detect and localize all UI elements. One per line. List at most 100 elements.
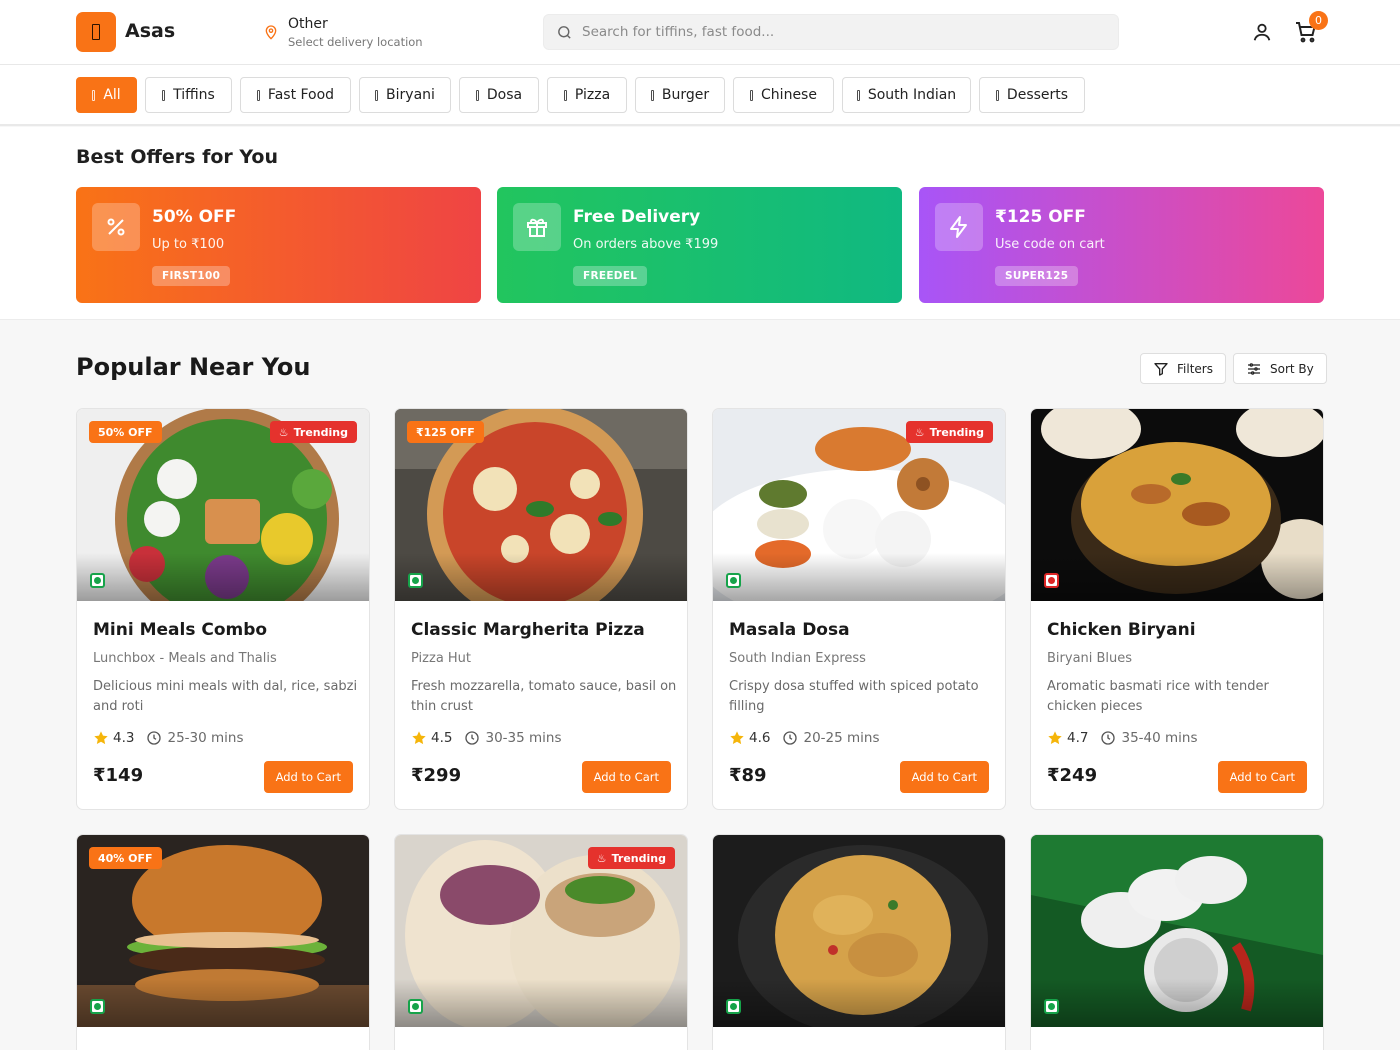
food-description: Delicious mini meals with dal, rice, sab… [93,679,358,714]
offer-title: 50% OFF [152,207,237,227]
image-shade [713,553,1005,601]
rating: 4.3 [113,730,135,746]
food-image[interactable]: 40% OFF [77,835,369,1027]
popular-title: Popular Near You [76,353,311,381]
offer-code[interactable]: SUPER125 [995,266,1079,286]
category-icon [750,89,754,101]
category-fast-food[interactable]: Fast Food [240,77,351,113]
clock-icon [1101,731,1116,745]
food-name[interactable]: Chicken Biryani [1047,620,1196,640]
food-image[interactable]: ♨ Trending [395,835,687,1027]
location-pin-icon[interactable] [263,24,279,40]
offer-card[interactable]: Free Delivery On orders above ₹199 FREED… [497,187,902,303]
food-image[interactable] [713,835,1005,1027]
category-pizza[interactable]: Pizza [547,77,627,113]
food-name[interactable]: Classic Margherita Pizza [411,620,645,640]
food-card[interactable] [1030,834,1324,1050]
veg-indicator-icon [726,573,741,588]
offer-card[interactable]: ₹125 OFF Use code on cart SUPER125 [919,187,1324,303]
food-description: Fresh mozzarella, tomato sauce, basil on… [411,679,677,714]
category-label: Pizza [574,87,611,103]
offer-subtitle: On orders above ₹199 [573,237,719,252]
veg-indicator-icon [726,999,741,1014]
delivery-time-group: 30-35 mins [464,730,562,746]
category-icon [475,89,479,101]
user-icon[interactable] [1251,21,1273,43]
restaurant-name[interactable]: Lunchbox - Meals and Thalis [93,651,277,666]
category-burger[interactable]: Burger [635,77,725,113]
food-image[interactable]: 50% OFF ♨ Trending [77,409,369,601]
add-to-cart-button[interactable]: Add to Cart [1217,761,1307,793]
trending-label: Trending [611,851,666,865]
image-shade [1031,553,1323,601]
star-icon [412,731,426,745]
food-card[interactable]: 40% OFF [76,834,370,1050]
offer-title: ₹125 OFF [995,207,1086,227]
location-title[interactable]: Other [288,16,328,32]
offers-title: Best Offers for You [76,146,278,168]
restaurant-name[interactable]: Pizza Hut [411,651,471,666]
delivery-time-group: 25-30 mins [146,730,244,746]
rating: 4.5 [431,730,453,746]
add-to-cart-button[interactable]: Add to Cart [581,761,671,793]
food-image[interactable]: ♨ Trending [713,409,1005,601]
food-description: Aromatic basmati rice with tender chicke… [1047,679,1269,714]
restaurant-name[interactable]: Biryani Blues [1047,651,1132,666]
brand-name[interactable]: Asas [125,20,175,42]
rating: 4.6 [749,730,771,746]
category-all[interactable]: All [76,77,137,113]
star-icon [730,731,744,745]
sort-button[interactable]: Sort By [1233,353,1327,384]
category-icon [995,89,999,101]
search-bar[interactable] [543,14,1119,50]
offer-code[interactable]: FREEDEL [573,266,648,286]
food-image[interactable]: ₹125 OFF [395,409,687,601]
category-icon [375,89,379,101]
category-label: Burger [661,87,710,103]
food-card[interactable]: ₹125 OFF Classic Margherita Pizza Pizza … [394,408,688,810]
category-dosa[interactable]: Dosa [459,77,539,113]
search-input[interactable] [582,15,1102,49]
food-name[interactable]: Mini Meals Combo [93,620,267,640]
category-label: Chinese [761,87,817,103]
category-bar: All Tiffins Fast Food Biryani Dosa Pizza… [0,65,1400,126]
logo-icon[interactable] [76,12,116,52]
category-south-indian[interactable]: South Indian [842,77,971,113]
category-desserts[interactable]: Desserts [979,77,1085,113]
food-image[interactable] [1031,409,1323,601]
food-name[interactable]: Masala Dosa [729,620,850,640]
nonveg-indicator-icon [1044,573,1059,588]
add-to-cart-button[interactable]: Add to Cart [899,761,989,793]
food-card[interactable]: ♨ Trending [394,834,688,1050]
star-icon [94,731,108,745]
offer-code[interactable]: FIRST100 [152,266,231,286]
cart-count-badge: 0 [1309,11,1328,30]
category-chinese[interactable]: Chinese [733,77,834,113]
discount-badge: 40% OFF [89,847,162,869]
food-card[interactable]: ♨ Trending Masala Dosa South Indian Expre… [712,408,1006,810]
image-shade [395,979,687,1027]
image-shade [1031,979,1323,1027]
search-icon [558,26,571,39]
location-subtitle[interactable]: Select delivery location [288,35,423,49]
filter-icon [1154,362,1168,376]
food-card[interactable] [712,834,1006,1050]
food-card[interactable]: 50% OFF ♨ Trending Mini Meals Combo Lunch… [76,408,370,810]
category-tiffins[interactable]: Tiffins [145,77,232,113]
offers-section: Best Offers for You 50% OFF Up to ₹100 F… [0,127,1400,320]
delivery-time: 35-40 mins [1121,730,1198,746]
discount-badge: 50% OFF [89,421,162,443]
category-icon [856,89,860,101]
add-to-cart-button[interactable]: Add to Cart [263,761,353,793]
filters-button[interactable]: Filters [1140,353,1226,384]
food-meta: 4.7 35-40 mins [1047,730,1198,746]
category-label: South Indian [867,87,957,103]
food-card[interactable]: Chicken Biryani Biryani Blues Aromatic b… [1030,408,1324,810]
restaurant-name[interactable]: South Indian Express [729,651,866,666]
food-image[interactable] [1031,835,1323,1027]
category-biryani[interactable]: Biryani [359,77,451,113]
food-price: ₹299 [411,765,462,786]
food-meta: 4.6 20-25 mins [729,730,880,746]
category-icon [650,89,654,101]
offer-card[interactable]: 50% OFF Up to ₹100 FIRST100 [76,187,481,303]
